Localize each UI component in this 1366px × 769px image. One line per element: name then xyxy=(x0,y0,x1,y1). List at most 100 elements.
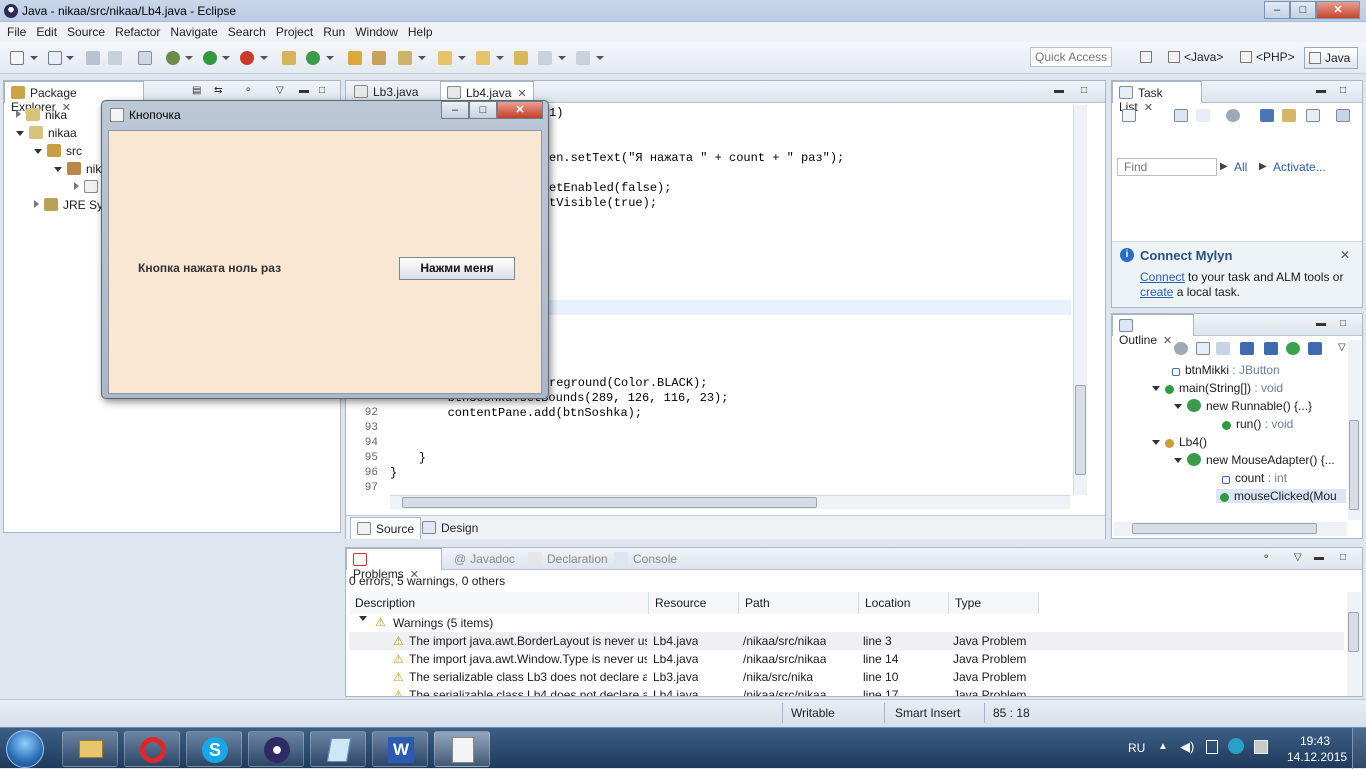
expand-icon[interactable] xyxy=(16,110,21,118)
menu-source[interactable]: Source xyxy=(62,25,110,39)
run-dropdown-arrow-icon[interactable] xyxy=(222,56,230,60)
menu-navigate[interactable]: Navigate xyxy=(165,25,222,39)
forward-icon[interactable] xyxy=(576,51,590,65)
search-dropdown-arrow-icon[interactable] xyxy=(418,56,426,60)
tree-item-nika[interactable]: nika xyxy=(16,108,67,122)
class-dropdown-arrow-icon[interactable] xyxy=(326,56,334,60)
minimize-view-icon[interactable]: ▬ xyxy=(1054,85,1064,96)
collapse-icon[interactable] xyxy=(1152,440,1160,445)
back-dropdown-arrow-icon[interactable] xyxy=(558,56,566,60)
menu-help[interactable]: Help xyxy=(403,25,438,39)
outline-item[interactable]: new MouseAdapter() {... xyxy=(1174,453,1335,467)
show-hidden-icons[interactable]: ▲ xyxy=(1158,741,1168,752)
minimize-button[interactable]: – xyxy=(1264,1,1290,19)
outline-item[interactable]: new Runnable() {...} xyxy=(1174,399,1312,413)
outline-item[interactable]: Lb4() xyxy=(1152,435,1207,449)
debug-dropdown-arrow-icon[interactable] xyxy=(185,56,193,60)
code-line[interactable]: } xyxy=(390,451,426,465)
tab-problems[interactable]: Problems ✕ xyxy=(346,548,442,581)
code-fragment[interactable]: etEnabled(false); xyxy=(549,181,671,195)
scrollbar-thumb[interactable] xyxy=(1348,612,1359,652)
collapse-icon[interactable] xyxy=(1174,404,1182,409)
next-annotation-dropdown-icon[interactable] xyxy=(458,56,466,60)
minimize-view-icon[interactable]: ▬ xyxy=(1316,318,1326,329)
outline-item-selected[interactable]: mouseClicked(Mou xyxy=(1216,489,1346,503)
horizontal-scrollbar[interactable] xyxy=(1114,522,1347,536)
collapse-all-icon[interactable] xyxy=(1306,109,1320,122)
maximize-button[interactable]: □ xyxy=(1290,1,1316,19)
collapse-all-icon[interactable] xyxy=(1196,342,1210,355)
tab-source[interactable]: Source xyxy=(350,517,422,539)
outline-item[interactable]: run() : void xyxy=(1222,417,1293,431)
sort-icon[interactable] xyxy=(1216,342,1230,355)
clock-time[interactable]: 19:43 xyxy=(1300,734,1330,748)
hide-static-icon[interactable] xyxy=(1264,342,1278,355)
view-dropdown-icon[interactable]: ▽ xyxy=(276,85,284,96)
forward-dropdown-arrow-icon[interactable] xyxy=(596,56,604,60)
column-path[interactable]: Path xyxy=(739,592,859,614)
view-menu-icon[interactable]: ⚬ xyxy=(244,85,252,96)
debug-icon[interactable] xyxy=(166,51,180,65)
run-icon[interactable] xyxy=(203,51,217,65)
close-tab-icon[interactable]: ✕ xyxy=(1163,335,1172,347)
scheduled-icon[interactable] xyxy=(1196,109,1210,122)
search-icon[interactable] xyxy=(398,51,412,65)
problem-row[interactable]: ⚠ The import java.awt.BorderLayout is ne… xyxy=(349,632,1344,650)
language-indicator[interactable]: RU xyxy=(1128,741,1145,755)
sync-icon[interactable] xyxy=(1226,109,1240,122)
tab-declaration[interactable]: Declaration xyxy=(522,548,614,570)
open-task-icon[interactable] xyxy=(372,51,386,65)
collapse-icon[interactable] xyxy=(16,131,24,136)
dialog-maximize-button[interactable]: □ xyxy=(469,101,497,119)
code-line[interactable]: contentPane.add(btnSoshka); xyxy=(390,406,642,420)
menu-edit[interactable]: Edit xyxy=(31,25,62,39)
activate-task-link[interactable]: Activate... xyxy=(1273,160,1326,174)
connect-link[interactable]: Connect xyxy=(1140,270,1185,284)
close-mylyn-icon[interactable]: ✕ xyxy=(1340,248,1350,262)
hide-local-types-icon[interactable] xyxy=(1308,342,1322,355)
close-tab-icon[interactable]: ✕ xyxy=(517,88,526,100)
code-fragment[interactable]: tVisible(true); xyxy=(549,196,657,210)
taskbar-explorer[interactable] xyxy=(62,731,118,767)
scrollbar-thumb[interactable] xyxy=(402,497,817,508)
focus-icon[interactable] xyxy=(1282,109,1296,122)
prev-annotation-dropdown-icon[interactable] xyxy=(496,56,504,60)
task-find-input[interactable] xyxy=(1117,158,1217,176)
menu-run[interactable]: Run xyxy=(318,25,350,39)
open-perspective-icon[interactable] xyxy=(1140,50,1156,64)
scrollbar-thumb[interactable] xyxy=(1075,385,1086,475)
expand-icon[interactable] xyxy=(34,200,39,208)
collapse-icon[interactable] xyxy=(359,616,367,621)
tree-item-jre[interactable]: JRE Sy xyxy=(34,198,103,212)
collapse-all-icon[interactable]: ▤ xyxy=(192,85,201,96)
taskbar-java-app[interactable] xyxy=(434,731,490,767)
tab-outline[interactable]: Outline ✕ xyxy=(1112,314,1194,347)
tree-item-package[interactable]: nik xyxy=(54,162,101,176)
tray-app-icon[interactable] xyxy=(1228,738,1244,754)
show-desktop-button[interactable] xyxy=(1352,728,1366,769)
maximize-view-icon[interactable]: □ xyxy=(1340,552,1346,563)
taskbar-eclipse[interactable] xyxy=(248,731,304,767)
tab-javadoc[interactable]: @ Javadoc xyxy=(448,548,521,570)
code-fragment[interactable]: 1) xyxy=(549,106,563,120)
new-project-icon[interactable] xyxy=(48,51,62,65)
tab-design[interactable]: Design xyxy=(416,517,484,539)
tab-task-list[interactable]: Task List ✕ xyxy=(1112,81,1202,114)
next-annotation-icon[interactable] xyxy=(438,51,452,65)
hide-fields-icon[interactable] xyxy=(1240,342,1254,355)
perspective-java[interactable]: Java xyxy=(1304,47,1358,69)
vertical-scrollbar[interactable] xyxy=(1348,340,1361,520)
outline-item[interactable]: count : int xyxy=(1222,471,1287,485)
skip-breakpoints-icon[interactable] xyxy=(138,51,152,65)
menu-project[interactable]: Project xyxy=(271,25,318,39)
column-type[interactable]: Type xyxy=(949,592,1039,614)
last-edit-location-icon[interactable] xyxy=(514,51,528,65)
collapse-icon[interactable] xyxy=(54,167,62,172)
taskbar-skype[interactable]: S xyxy=(186,731,242,767)
view-dropdown-icon[interactable]: ▽ xyxy=(1338,342,1346,353)
close-button[interactable]: ✕ xyxy=(1316,1,1360,19)
new-java-package-icon[interactable] xyxy=(282,51,296,65)
code-line[interactable]: } xyxy=(390,466,397,480)
problem-row[interactable]: ⚠ The serializable class Lb3 does not de… xyxy=(349,668,1344,686)
code-fragment[interactable]: en.setText("Я нажата " + count + " раз")… xyxy=(549,151,844,165)
